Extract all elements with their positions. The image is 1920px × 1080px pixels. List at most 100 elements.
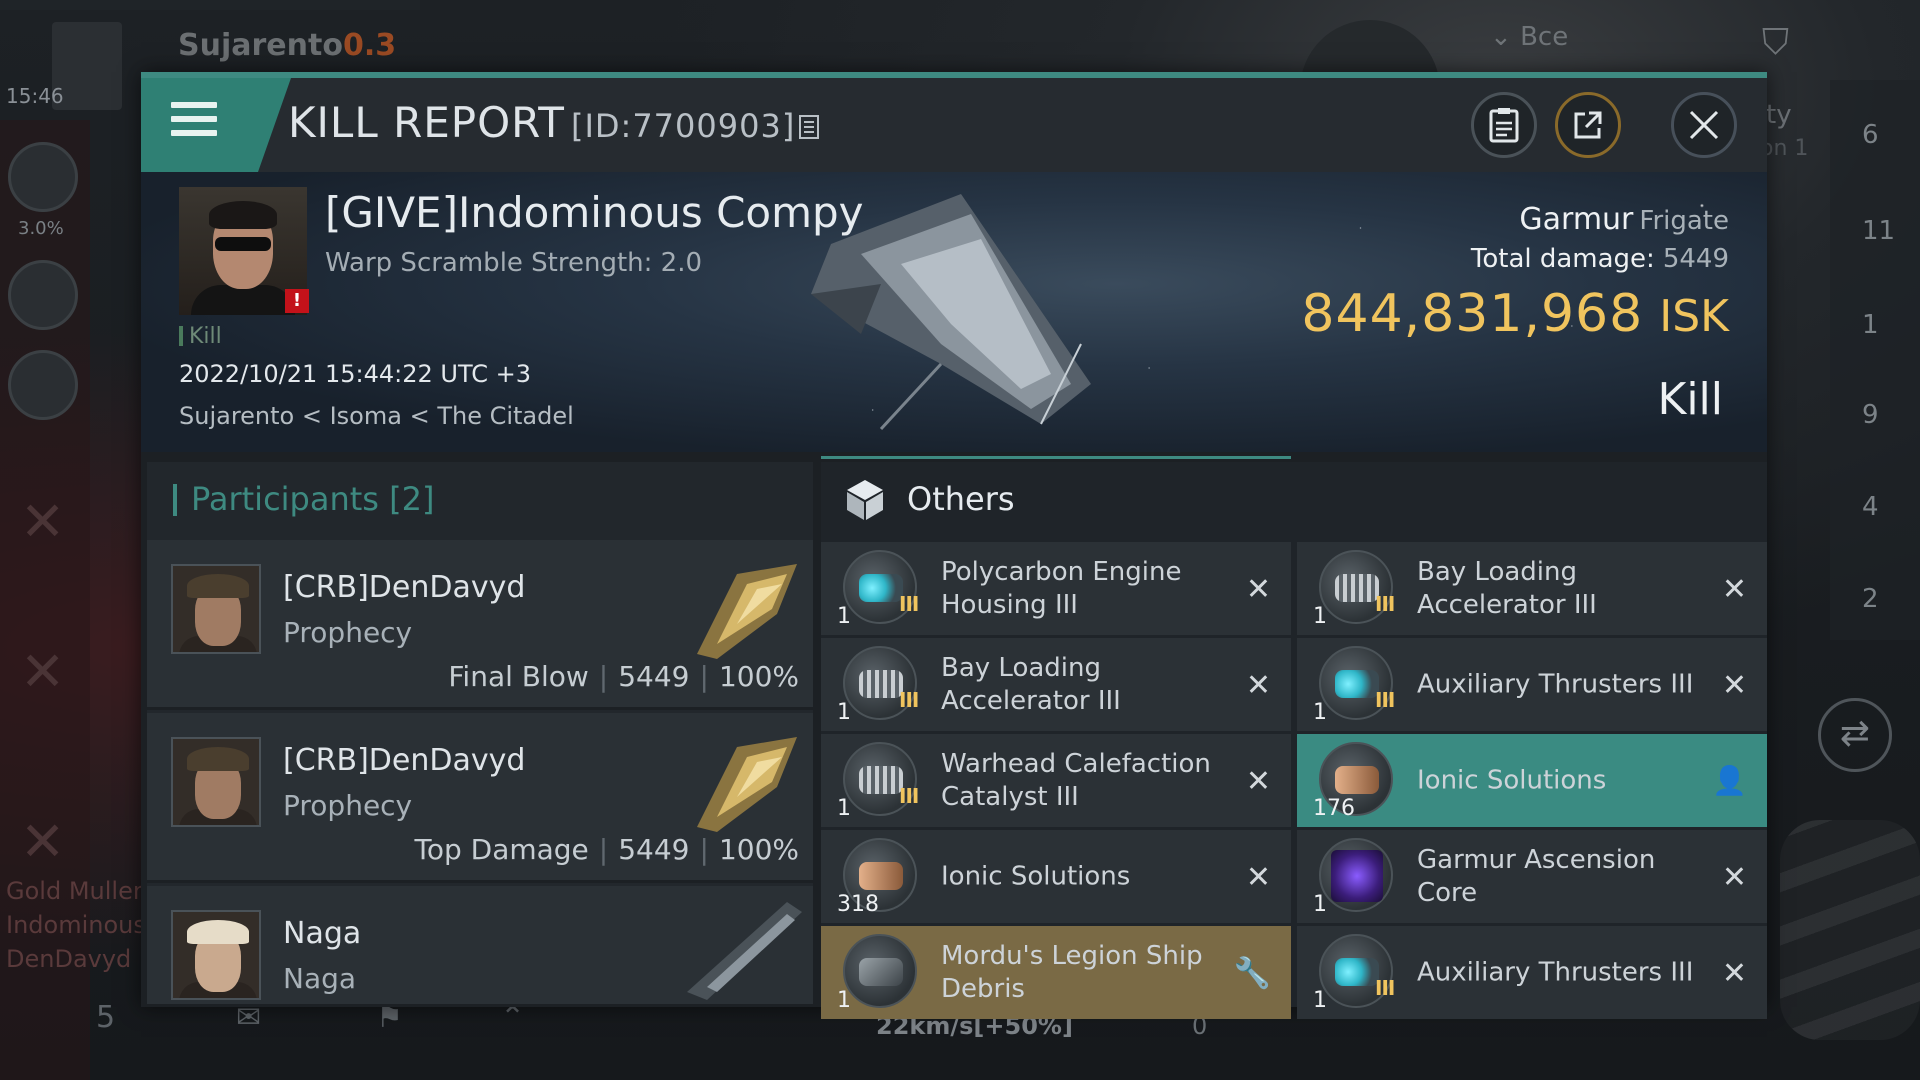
hud-cross-icon: ✕ — [20, 640, 66, 703]
item-quantity: 1 — [837, 700, 851, 725]
tier-badge: III — [899, 784, 919, 808]
right-hud-count[interactable]: 1 — [1862, 310, 1879, 340]
victim-ship-image[interactable] — [791, 184, 1121, 434]
participant-ship-image — [697, 737, 797, 832]
share-icon — [1574, 111, 1602, 139]
hud-cross-icon: ✕ — [20, 810, 66, 873]
overview-filter-select[interactable]: ⌄ Все — [1490, 22, 1568, 52]
location-button[interactable] — [8, 260, 78, 330]
destroyed-icon: ✕ — [1245, 764, 1271, 799]
tier-badge: III — [899, 688, 919, 712]
kill-location[interactable]: Sujarento < Isoma < The Citadel — [179, 402, 574, 430]
item-cell[interactable]: 176 Ionic Solutions 👤 — [1297, 734, 1767, 827]
participant-stats: Top Damage | 5449 | 100% — [414, 833, 799, 866]
participant-avatar[interactable] — [171, 910, 261, 1000]
item-quantity: 318 — [837, 892, 879, 917]
participant-ship: Prophecy — [283, 789, 413, 822]
cargo-button[interactable] — [8, 142, 78, 212]
right-hud-count[interactable]: 6 — [1862, 120, 1879, 150]
clipboard-icon — [1489, 108, 1519, 143]
module-icon — [843, 934, 917, 1008]
item-name: Ionic Solutions — [1417, 765, 1607, 795]
kill-timestamp: 2022/10/21 15:44:22 UTC +3 — [179, 360, 531, 388]
destroyed-icon: ✕ — [1245, 860, 1271, 895]
item-cell[interactable]: 1 Mordu's Legion Ship Debris 🔧 — [821, 926, 1291, 1019]
item-name: Warhead Calefaction Catalyst III — [941, 748, 1211, 812]
tab-indicator — [821, 456, 1291, 459]
hud-ships — [1780, 820, 1920, 1040]
close-button[interactable] — [1671, 92, 1737, 158]
participant-avatar[interactable] — [171, 737, 261, 827]
participant-avatar[interactable] — [171, 564, 261, 654]
participant-stats: Final Blow | 5449 | 100% — [448, 660, 799, 693]
notes-button[interactable] — [1471, 92, 1537, 158]
copy-id-icon[interactable] — [799, 115, 820, 139]
cube-icon — [847, 480, 883, 520]
right-hud-count[interactable]: 2 — [1862, 584, 1879, 614]
warp-scramble-strength: Warp Scramble Strength: 2.0 — [325, 248, 703, 278]
item-quantity: 1 — [837, 796, 851, 821]
item-cell[interactable]: III 1 Warhead Calefaction Catalyst III ✕ — [821, 734, 1291, 827]
window-titlebar: KILL REPORT [ID:7700903] — [141, 78, 1767, 172]
item-cell[interactable]: 318 Ionic Solutions ✕ — [821, 830, 1291, 923]
participant-name: [CRB]DenDavyd — [283, 570, 526, 605]
participant-name: [CRB]DenDavyd — [283, 743, 526, 778]
participant-row[interactable]: Naga Naga — [147, 886, 813, 1007]
ship-class: Frigate — [1639, 206, 1729, 236]
destroyed-icon: ✕ — [1245, 572, 1271, 607]
victim-ship[interactable]: Garmur Frigate — [1519, 202, 1729, 237]
item-cell[interactable]: III 1 Bay Loading Accelerator III ✕ — [821, 638, 1291, 731]
kill-type: Kill — [1657, 374, 1723, 425]
dropped-items-panel: Others III 1 Polycarbon Engine Housing III… — [821, 456, 1767, 1019]
item-quantity: 1 — [1313, 604, 1327, 629]
victim-name[interactable]: [GIVE]Indominous Compy — [325, 188, 864, 237]
participant-row[interactable]: [CRB]DenDavyd Prophecy Top Damage | 5449 | 1… — [147, 713, 813, 883]
item-cell[interactable]: 1 Garmur Ascension Core ✕ — [1297, 830, 1767, 923]
item-quantity: 176 — [1313, 796, 1355, 821]
wrench-icon: 🔧 — [1233, 956, 1271, 991]
right-hud-column — [1830, 80, 1920, 640]
participants-title: Participants [2] — [191, 480, 435, 518]
alert-icon: ! — [285, 289, 309, 313]
filter-icon[interactable]: ⛉ — [1762, 22, 1789, 64]
item-cell[interactable]: III 1 Bay Loading Accelerator III ✕ — [1297, 542, 1767, 635]
share-button[interactable] — [1555, 92, 1621, 158]
module-icon — [1319, 838, 1393, 912]
tab-others[interactable]: Others — [821, 462, 1767, 542]
destroyed-icon: ✕ — [1245, 668, 1271, 703]
security-status: 0.3 — [342, 28, 397, 63]
right-hud-count[interactable]: 4 — [1862, 492, 1879, 522]
destroyed-icon: ✕ — [1721, 956, 1747, 991]
participant-row[interactable]: [CRB]DenDavyd Prophecy Final Blow | 5449 | 1… — [147, 540, 813, 710]
hud-top-strip — [0, 0, 420, 10]
report-id: [ID:7700903] — [570, 107, 796, 145]
item-name: Bay Loading Accelerator III — [941, 652, 1121, 716]
participants-panel: Participants [2] [CRB]DenDavyd Prophecy … — [147, 462, 813, 1007]
right-hud-count[interactable]: 11 — [1862, 216, 1895, 246]
tier-badge: III — [1375, 592, 1395, 616]
item-name: Auxiliary Thrusters III — [1417, 957, 1694, 987]
destroyed-icon: ✕ — [1721, 572, 1747, 607]
item-cell[interactable]: III 1 Polycarbon Engine Housing III ✕ — [821, 542, 1291, 635]
menu-button[interactable] — [141, 78, 291, 172]
item-quantity: 1 — [1313, 988, 1327, 1013]
hud-cross-icon: ✕ — [20, 490, 66, 553]
item-cell[interactable]: III 1 Auxiliary Thrusters III ✕ — [1297, 638, 1767, 731]
right-hud-count[interactable]: 9 — [1862, 400, 1879, 430]
swap-icon[interactable]: ⇄ — [1818, 698, 1892, 772]
isk-value: 844,831,968 ISK — [1301, 284, 1729, 344]
item-cell[interactable]: III 1 Auxiliary Thrusters III ✕ — [1297, 926, 1767, 1019]
kill-feed: Gold Muller Indominous DenDavyd : — [6, 877, 147, 973]
clock: 15:46 — [6, 84, 64, 108]
participant-name: Naga — [283, 916, 362, 951]
partial-label: ty — [1766, 100, 1792, 130]
hud-left-button[interactable] — [8, 350, 78, 420]
victim-summary: ! [GIVE]Indominous Compy Warp Scramble S… — [141, 172, 1767, 452]
item-name: Mordu's Legion Ship Debris — [941, 940, 1203, 1004]
item-name: Polycarbon Engine Housing III — [941, 556, 1182, 620]
item-quantity: 1 — [1313, 700, 1327, 725]
item-name: Garmur Ascension Core — [1417, 844, 1656, 908]
system-name[interactable]: Sujarento0.3 — [178, 28, 396, 63]
tier-badge: III — [1375, 976, 1395, 1000]
owner-icon: 👤 — [1712, 764, 1747, 797]
